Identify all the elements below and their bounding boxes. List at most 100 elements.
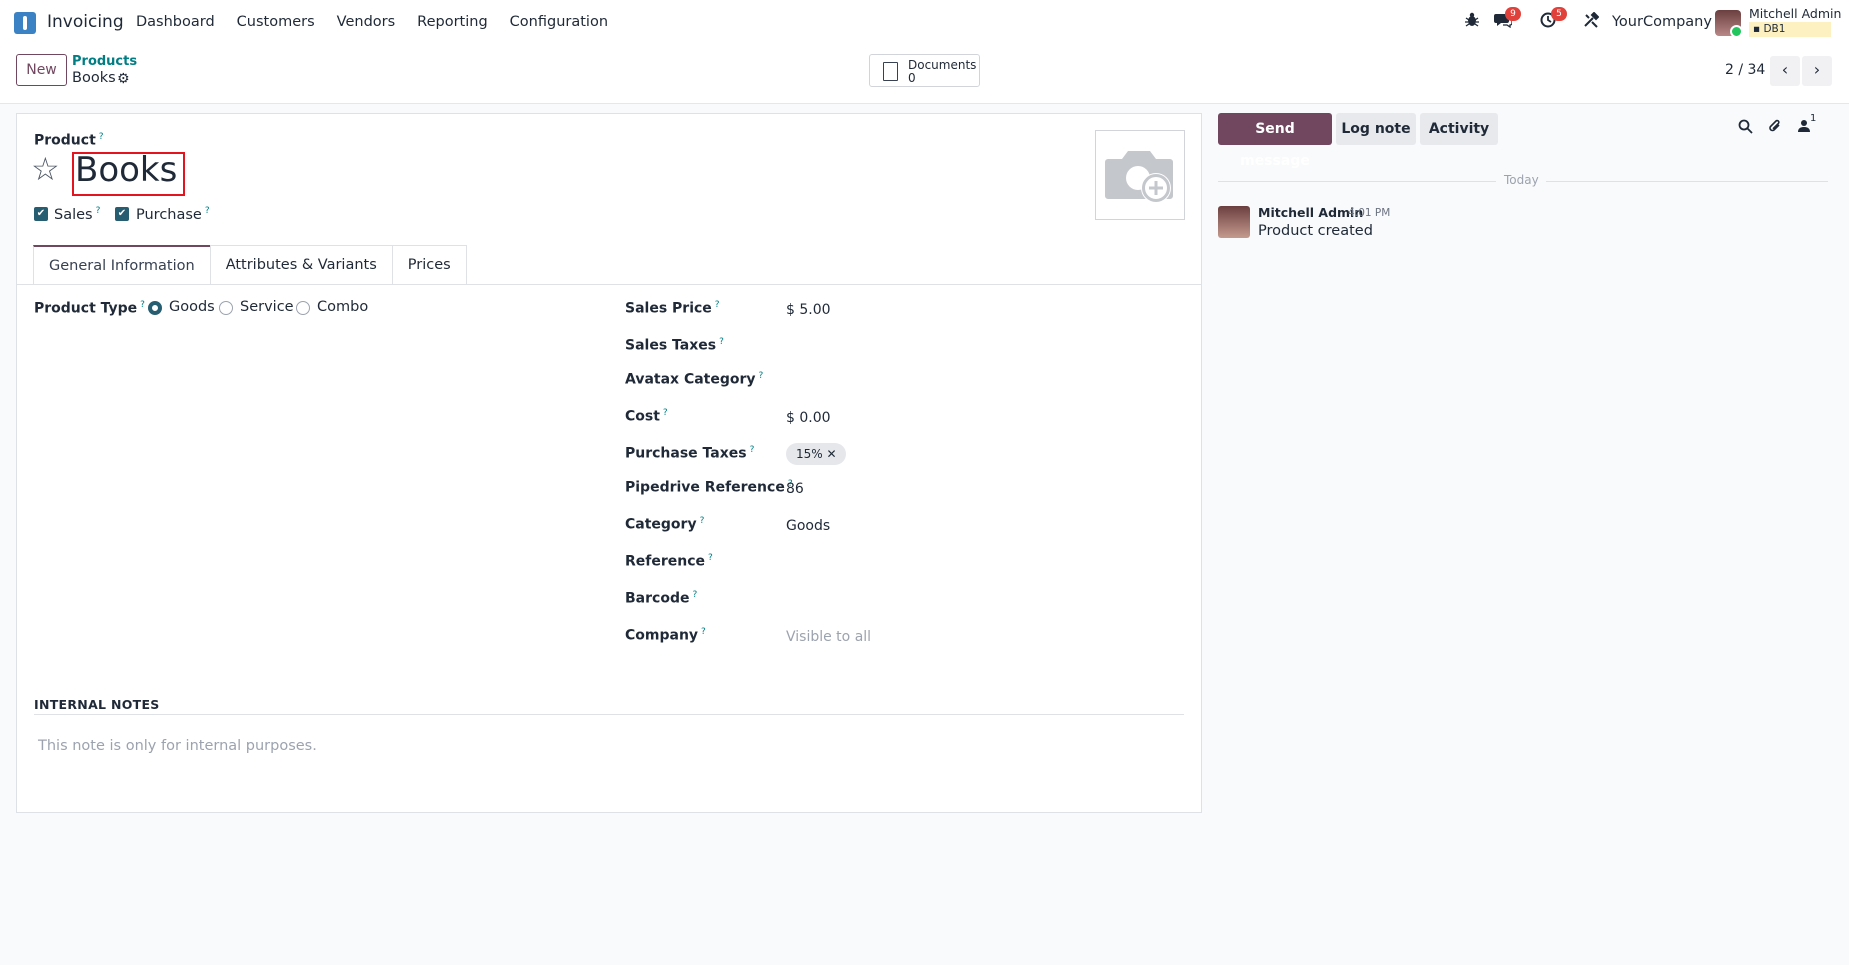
activities-icon[interactable]: 5	[1540, 7, 1567, 32]
debug-icon[interactable]	[1465, 12, 1479, 32]
document-icon	[883, 62, 898, 81]
radio-combo-label[interactable]: Combo	[317, 299, 368, 315]
radio-combo[interactable]	[296, 301, 310, 315]
company-field[interactable]: Visible to all	[786, 629, 871, 645]
product-image-upload[interactable]	[1095, 130, 1185, 220]
menu-configuration[interactable]: Configuration	[510, 14, 608, 30]
send-message-button[interactable]: Send message	[1218, 113, 1332, 169]
tab-general-information[interactable]: General Information	[33, 245, 211, 285]
remove-tag-icon[interactable]: ✕	[827, 447, 837, 461]
divider-left	[1218, 181, 1496, 182]
barcode-label: Barcode?	[625, 590, 698, 607]
category-field[interactable]: Goods	[786, 518, 830, 534]
purchase-tax-tag[interactable]: 15% ✕	[786, 443, 846, 465]
avatax-category-field[interactable]	[786, 371, 1086, 389]
chevron-right-icon: ›	[1813, 60, 1821, 79]
form-sheet: Product? ☆ Books ✔ Sales? ✔ Purchase? Ge…	[16, 113, 1202, 813]
chevron-left-icon: ‹	[1781, 60, 1789, 79]
menu-customers[interactable]: Customers	[237, 14, 315, 30]
sales-checkbox-label: Sales?	[54, 206, 101, 223]
help-icon[interactable]: ?	[663, 408, 668, 418]
help-icon[interactable]: ?	[715, 300, 720, 310]
documents-smart-button[interactable]: Documents 0	[869, 54, 980, 87]
barcode-field[interactable]	[786, 590, 1086, 608]
messages-icon[interactable]: 9	[1494, 7, 1521, 32]
favorite-star-icon[interactable]: ☆	[31, 152, 60, 186]
author-avatar[interactable]	[1218, 206, 1250, 238]
company-switcher[interactable]: YourCompany	[1612, 14, 1712, 30]
gear-icon[interactable]: ⚙	[117, 71, 130, 87]
help-icon[interactable]: ?	[750, 445, 755, 455]
attachment-icon[interactable]	[1768, 119, 1783, 138]
internal-notes-field[interactable]: This note is only for internal purposes.	[38, 738, 317, 754]
purchase-checkbox-label: Purchase?	[136, 206, 210, 223]
cost-field[interactable]: $ 0.00	[786, 410, 831, 426]
help-icon[interactable]: ?	[719, 337, 724, 347]
sales-taxes-field[interactable]	[786, 337, 1086, 355]
menu-reporting[interactable]: Reporting	[417, 14, 488, 30]
message-body: Product created	[1258, 223, 1373, 239]
main-menu: Dashboard Customers Vendors Reporting Co…	[136, 14, 630, 30]
user-avatar[interactable]	[1715, 10, 1743, 38]
form-tabs: General Information Attributes & Variant…	[33, 245, 467, 285]
radio-service[interactable]	[219, 301, 233, 315]
activity-button[interactable]: Activity	[1420, 113, 1498, 145]
help-icon[interactable]: ?	[708, 553, 713, 563]
purchase-taxes-label: Purchase Taxes?	[625, 445, 755, 462]
sales-price-label: Sales Price?	[625, 300, 720, 317]
tab-divider	[17, 284, 1201, 285]
database-name: DB1	[1763, 23, 1786, 35]
log-note-button[interactable]: Log note	[1336, 113, 1416, 145]
app-logo-icon[interactable]	[14, 12, 36, 34]
radio-goods[interactable]	[148, 301, 162, 315]
tab-prices[interactable]: Prices	[391, 245, 467, 285]
pipedrive-reference-label: Pipedrive Reference?	[625, 479, 793, 496]
sales-checkbox[interactable]: ✔	[34, 207, 48, 221]
internal-notes-heading: INTERNAL NOTES	[34, 697, 160, 712]
app-name[interactable]: Invoicing	[47, 12, 124, 32]
control-panel: New Products Books ⚙ Documents 0 2 / 34 …	[0, 46, 1849, 104]
database-icon: ▪	[1753, 23, 1764, 35]
chatter: Send message Log note Activity 1 Today M…	[1218, 113, 1848, 413]
notes-divider	[34, 714, 1184, 715]
product-name-field[interactable]: Books	[75, 150, 177, 190]
tab-attributes-variants[interactable]: Attributes & Variants	[209, 245, 393, 285]
help-icon[interactable]: ?	[692, 590, 697, 600]
breadcrumb-current: Books	[72, 70, 116, 86]
tools-icon[interactable]	[1583, 11, 1600, 32]
database-badge: ▪ DB1	[1749, 22, 1831, 37]
user-name[interactable]: Mitchell Admin	[1749, 6, 1841, 21]
pager-previous-button[interactable]: ‹	[1770, 56, 1800, 86]
radio-goods-label[interactable]: Goods	[169, 299, 215, 315]
radio-service-label[interactable]: Service	[240, 299, 294, 315]
pipedrive-reference-field[interactable]: 86	[786, 481, 804, 497]
sales-price-field[interactable]: $ 5.00	[786, 302, 831, 318]
message-time: 4:01 PM	[1348, 207, 1391, 219]
messages-count-badge: 9	[1505, 7, 1521, 21]
camera-plus-icon	[1105, 151, 1173, 203]
purchase-checkbox[interactable]: ✔	[115, 207, 129, 221]
help-icon[interactable]: ?	[205, 206, 210, 216]
help-icon[interactable]: ?	[96, 206, 101, 216]
help-icon[interactable]: ?	[99, 132, 104, 142]
reference-field[interactable]	[786, 553, 1086, 571]
divider-right	[1546, 181, 1828, 182]
date-divider: Today	[1504, 173, 1539, 187]
help-icon[interactable]: ?	[701, 627, 706, 637]
pager-next-button[interactable]: ›	[1802, 56, 1832, 86]
help-icon[interactable]: ?	[700, 516, 705, 526]
menu-dashboard[interactable]: Dashboard	[136, 14, 215, 30]
pager-value[interactable]: 2 / 34	[1725, 62, 1765, 78]
sales-taxes-label: Sales Taxes?	[625, 337, 724, 354]
breadcrumb-products[interactable]: Products	[72, 54, 137, 69]
avatax-category-label: Avatax Category?	[625, 371, 764, 388]
new-button[interactable]: New	[16, 54, 67, 86]
help-icon[interactable]: ?	[759, 371, 764, 381]
menu-vendors[interactable]: Vendors	[337, 14, 396, 30]
search-icon[interactable]	[1738, 119, 1753, 138]
top-navbar: Invoicing Dashboard Customers Vendors Re…	[0, 0, 1849, 46]
help-icon[interactable]: ?	[140, 300, 145, 310]
product-label: Product?	[34, 132, 104, 149]
followers-icon[interactable]: 1	[1798, 113, 1816, 137]
documents-label: Documents	[908, 58, 977, 72]
